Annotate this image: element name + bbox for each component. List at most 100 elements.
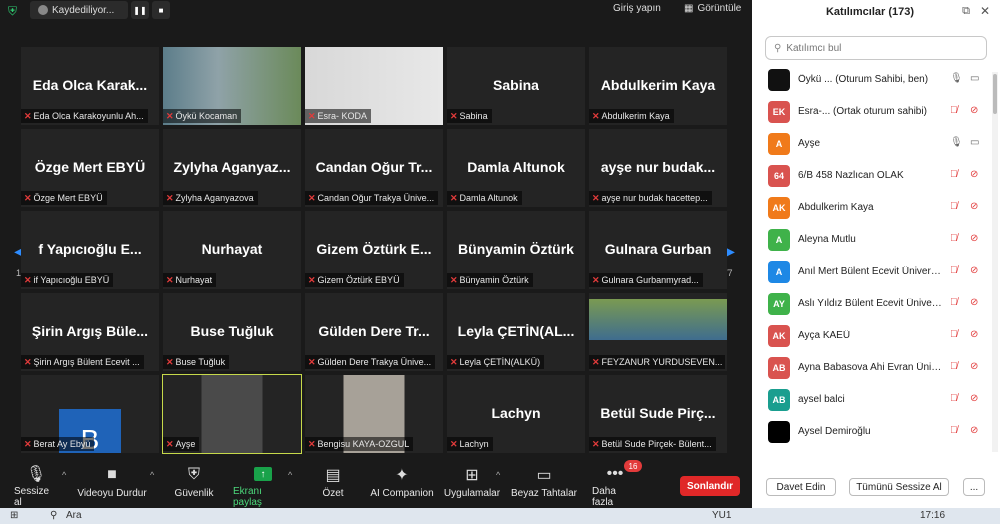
chevron-up-icon[interactable]: ^ bbox=[496, 470, 500, 480]
mic-muted-icon[interactable]: 🎙̸ bbox=[950, 201, 958, 212]
video-off-icon[interactable]: ⊘ bbox=[970, 393, 978, 404]
whiteboards-label: Beyaz Tahtalar bbox=[511, 488, 577, 499]
mic-muted-icon[interactable]: 🎙̸ bbox=[950, 425, 958, 436]
video-off-icon[interactable]: ⊘ bbox=[970, 265, 978, 276]
mic-muted-icon[interactable]: 🎙̸ bbox=[950, 169, 958, 180]
participant-tile[interactable]: ✕ Öykü Kocaman bbox=[163, 47, 301, 125]
share-label: Ekranı paylaş bbox=[233, 486, 262, 508]
security-button[interactable]: ⛨ Güvenlik bbox=[172, 462, 216, 508]
microphone-icon[interactable]: 🎙 bbox=[950, 73, 963, 84]
participant-tile[interactable]: Candan Oğur Tr... ✕ Candan Oğur Trakya Üni… bbox=[305, 129, 443, 207]
participant-tile[interactable]: Buse Tuğluk ✕ Buse Tuğluk bbox=[163, 293, 301, 371]
participant-label: ✕ Zylyha Aganyazova bbox=[163, 191, 258, 205]
search-input[interactable] bbox=[786, 42, 967, 54]
participant-row[interactable]: A Ayşe 🎙 ▭ bbox=[752, 128, 992, 160]
participant-tile[interactable]: Şirin Argış Büle... ✕ Şirin Argış Bülent E… bbox=[21, 293, 159, 371]
participant-row[interactable]: A Anıl Mert Bülent Ecevit Üniversi... 🎙̸ ⊘ bbox=[752, 256, 992, 288]
mic-muted-icon[interactable]: 🎙̸ bbox=[950, 329, 958, 340]
participant-tile[interactable]: ayşe nur budak... ✕ ayşe nur budak hacette… bbox=[589, 129, 727, 207]
participant-tile[interactable]: Leyla ÇETİN(AL... ✕ Leyla ÇETİN(ALKÜ) bbox=[447, 293, 585, 371]
mic-muted-icon[interactable]: 🎙̸ bbox=[950, 297, 958, 308]
video-off-icon[interactable]: ⊘ bbox=[970, 329, 978, 340]
mic-muted-icon: ✕ bbox=[308, 357, 316, 367]
participant-tile[interactable]: Lachyn ✕ Lachyn bbox=[447, 375, 585, 453]
shield-icon[interactable]: ⛨ bbox=[8, 4, 22, 18]
participant-tile[interactable]: Sabina ✕ Sabina bbox=[447, 47, 585, 125]
stop-recording-button[interactable]: ■ bbox=[152, 1, 170, 19]
scrollbar[interactable] bbox=[992, 72, 998, 452]
participant-tile[interactable]: Eda Olca Karak... ✕ Eda Olca Karakoyunlu A… bbox=[21, 47, 159, 125]
video-off-icon[interactable]: ⊘ bbox=[970, 361, 978, 372]
video-off-icon[interactable]: ⊘ bbox=[970, 169, 978, 180]
summary-button[interactable]: ▤ Özet bbox=[316, 462, 350, 508]
participant-row[interactable]: AK Ayça KAEÜ 🎙̸ ⊘ bbox=[752, 320, 992, 352]
participant-search[interactable]: ⚲ bbox=[765, 36, 987, 60]
avatar bbox=[768, 69, 790, 91]
mic-muted-icon[interactable]: 🎙̸ bbox=[950, 233, 958, 244]
participant-tile[interactable]: Damla Altunok ✕ Damla Altunok bbox=[447, 129, 585, 207]
scroll-thumb[interactable] bbox=[993, 74, 997, 114]
participant-tile[interactable]: Zylyha Aganyaz... ✕ Zylyha Aganyazova bbox=[163, 129, 301, 207]
search-icon[interactable]: ⚲ bbox=[50, 510, 57, 521]
taskbar-search-label[interactable]: Ara bbox=[66, 510, 82, 521]
participant-row[interactable]: AY Aslı Yıldız Bülent Ecevit Üniversi... 🎙… bbox=[752, 288, 992, 320]
chevron-up-icon[interactable]: ^ bbox=[62, 470, 66, 480]
participant-tile[interactable]: Betül Sude Pirç... ✕ Betül Sude Pirçek- Bü… bbox=[589, 375, 727, 453]
participant-row[interactable]: A Aleyna Mutlu 🎙̸ ⊘ bbox=[752, 224, 992, 256]
signin-button[interactable]: Giriş yapın bbox=[613, 3, 661, 14]
participant-tile[interactable]: ✕ FEYZANUR YURDUSEVEN... bbox=[589, 293, 727, 371]
video-camera-icon[interactable]: ▭ bbox=[970, 73, 979, 84]
participant-row[interactable]: Öykü ... (Oturum Sahibi, ben) 🎙 ▭ bbox=[752, 64, 992, 96]
participant-row[interactable]: 64 6/B 458 Nazlıcan OLAK 🎙̸ ⊘ bbox=[752, 160, 992, 192]
video-off-icon[interactable]: ⊘ bbox=[970, 233, 978, 244]
participant-tile[interactable]: ✕ Bengisu KAYA-OZGUL bbox=[305, 375, 443, 453]
invite-button[interactable]: Davet Edin bbox=[766, 478, 836, 496]
ai-companion-button[interactable]: ✦ AI Companion bbox=[367, 462, 437, 508]
participant-row[interactable]: AB Ayna Babasova Ahi Evran Ünive... 🎙̸ ⊘ bbox=[752, 352, 992, 384]
mic-muted-icon[interactable]: 🎙̸ bbox=[950, 265, 958, 276]
microphone-icon[interactable]: 🎙 bbox=[950, 137, 963, 148]
chevron-up-icon[interactable]: ^ bbox=[150, 470, 154, 480]
end-meeting-button[interactable]: Sonlandır bbox=[680, 476, 740, 496]
participant-row[interactable]: AK Abdulkerim Kaya 🎙̸ ⊘ bbox=[752, 192, 992, 224]
popout-icon[interactable]: ⧉ bbox=[962, 5, 970, 18]
mute-button[interactable]: 🎙 Sessize al bbox=[14, 462, 58, 508]
participant-tile[interactable]: ✕ Ayşe bbox=[162, 374, 302, 454]
participant-name: Anıl Mert Bülent Ecevit Üniversi... bbox=[798, 266, 944, 277]
participant-tile[interactable]: Özge Mert EBYÜ ✕ Özge Mert EBYÜ bbox=[21, 129, 159, 207]
video-off-icon[interactable]: ⊘ bbox=[970, 297, 978, 308]
participant-label-text: Nurhayat bbox=[175, 275, 213, 285]
chevron-up-icon[interactable]: ^ bbox=[288, 470, 292, 480]
video-off-icon[interactable]: ⊘ bbox=[970, 425, 978, 436]
windows-start-icon[interactable]: ⊞ bbox=[10, 510, 18, 521]
video-off-icon[interactable]: ⊘ bbox=[970, 201, 978, 212]
pause-recording-button[interactable]: ❚❚ bbox=[131, 1, 149, 19]
participant-name: Ayna Babasova Ahi Evran Ünive... bbox=[798, 362, 944, 373]
share-screen-button[interactable]: ↑ Ekranı paylaş bbox=[233, 462, 293, 508]
apps-button[interactable]: ⊞ Uygulamalar bbox=[443, 462, 501, 508]
participant-row[interactable]: AB aysel balci 🎙̸ ⊘ bbox=[752, 384, 992, 416]
participant-tile[interactable]: ✕ Esra- KODA bbox=[305, 47, 443, 125]
view-button[interactable]: ▦ Görüntüle bbox=[684, 3, 741, 14]
mic-muted-icon: ✕ bbox=[24, 357, 32, 367]
mic-muted-icon[interactable]: 🎙̸ bbox=[950, 105, 958, 116]
more-options-button[interactable]: ... bbox=[963, 478, 985, 496]
participant-tile[interactable]: f Yapıcıoğlu E... ✕ if Yapıcıoğlu EBYÜ bbox=[21, 211, 159, 289]
stop-video-button[interactable]: ■ Videoyu Durdur bbox=[76, 462, 148, 508]
participant-tile[interactable]: Bünyamin Öztürk ✕ Bünyamin Öztürk bbox=[447, 211, 585, 289]
mic-muted-icon[interactable]: 🎙̸ bbox=[950, 361, 958, 372]
video-off-icon[interactable]: ⊘ bbox=[970, 105, 978, 116]
mute-all-button[interactable]: Tümünü Sessize Al bbox=[849, 478, 949, 496]
participant-tile[interactable]: Gulnara Gurban ✕ Gulnara Gurbanmyrad... bbox=[589, 211, 727, 289]
whiteboards-button[interactable]: ▭ Beyaz Tahtalar bbox=[511, 462, 577, 508]
participant-tile[interactable]: B✕Berat Ay Ebyü bbox=[21, 375, 159, 453]
participant-row[interactable]: EK Esra-... (Ortak oturum sahibi) 🎙̸ ⊘ bbox=[752, 96, 992, 128]
participant-tile[interactable]: Abdulkerim Kaya ✕ Abdulkerim Kaya bbox=[589, 47, 727, 125]
participant-tile[interactable]: Nurhayat ✕ Nurhayat bbox=[163, 211, 301, 289]
participant-row[interactable]: Aysel Demiroğlu 🎙̸ ⊘ bbox=[752, 416, 992, 448]
mic-muted-icon[interactable]: 🎙̸ bbox=[950, 393, 958, 404]
close-icon[interactable]: ✕ bbox=[980, 4, 990, 18]
participant-tile[interactable]: Gülden Dere Tr... ✕ Gülden Dere Trakya Üni… bbox=[305, 293, 443, 371]
participant-tile[interactable]: Gizem Öztürk E... ✕ Gizem Öztürk EBYÜ bbox=[305, 211, 443, 289]
video-camera-icon[interactable]: ▭ bbox=[970, 137, 979, 148]
